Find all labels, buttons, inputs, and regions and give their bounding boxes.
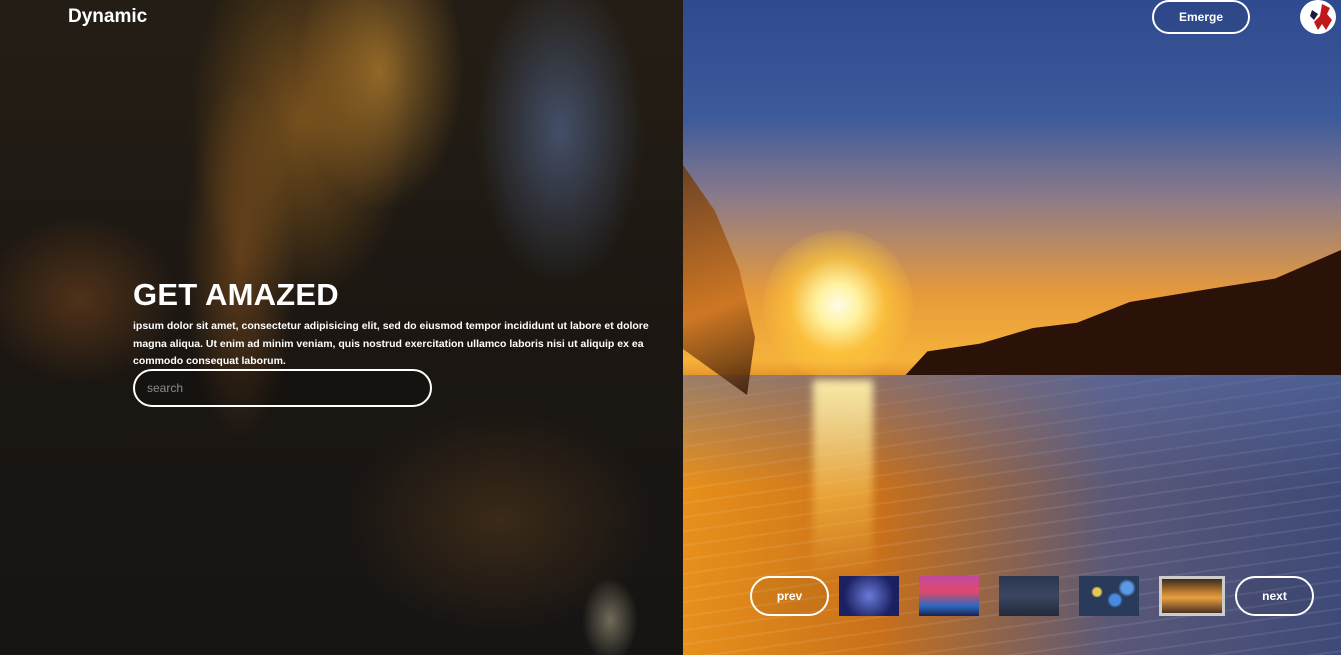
next-button[interactable]: next [1235, 576, 1314, 616]
brand-logo[interactable]: Dynamic [68, 6, 147, 28]
coastline [901, 250, 1341, 380]
thumbnail-5-selected[interactable] [1159, 576, 1225, 616]
thumbnail-2[interactable] [919, 576, 979, 616]
thumbnail-3[interactable] [999, 576, 1059, 616]
avatar-icon [1301, 0, 1335, 34]
prev-button[interactable]: prev [750, 576, 829, 616]
thumbnail-4[interactable] [1079, 576, 1139, 616]
hero-title: GET AMAZED [133, 277, 339, 312]
sunset-hero-image [683, 0, 1341, 655]
sun-glow [763, 230, 913, 380]
wave-curl [683, 165, 755, 395]
avatar[interactable] [1300, 0, 1336, 34]
sun-reflection [813, 380, 873, 580]
hero-description: ipsum dolor sit amet, consectetur adipis… [133, 320, 649, 367]
page: Dynamic Emerge GET AMAZED ipsum dolor si… [0, 0, 1341, 655]
thumbnail-1[interactable] [839, 576, 899, 616]
search-input[interactable] [133, 369, 432, 407]
emerge-button[interactable]: Emerge [1152, 0, 1250, 34]
